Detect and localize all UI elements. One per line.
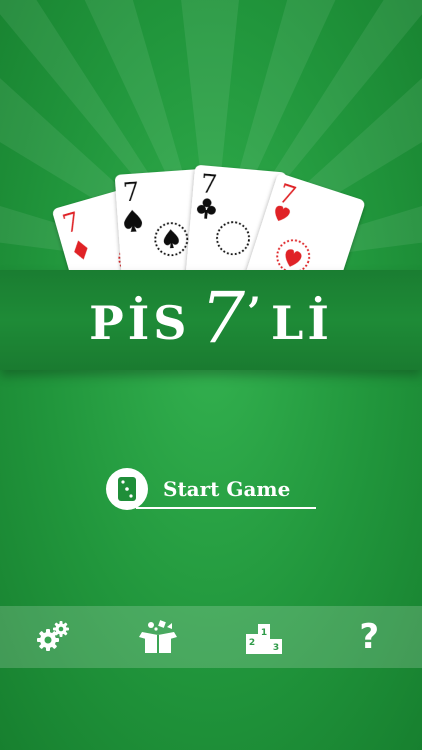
podium-third-label: 3 <box>273 643 279 653</box>
card-icon <box>118 477 136 501</box>
help-icon: ? <box>359 617 380 657</box>
start-game-underline <box>136 507 316 509</box>
card-rank: 7 <box>122 177 141 208</box>
title-banner: PİS 7 ’ Lİ <box>0 270 422 370</box>
settings-button[interactable] <box>23 606 83 668</box>
gift-box-icon <box>139 620 178 653</box>
logo-text-part1: PİS <box>89 296 191 350</box>
leaderboard-button[interactable]: 1 2 3 <box>234 606 294 668</box>
logo-apostrophe: ’ <box>247 288 265 336</box>
podium-icon: 1 2 3 <box>245 624 282 654</box>
start-game-icon-circle <box>106 468 148 510</box>
gears-icon <box>36 621 69 651</box>
help-button[interactable]: ? <box>339 606 399 668</box>
card-rank: 7 <box>199 169 218 200</box>
bottom-toolbar: 1 2 3 ? <box>0 606 422 668</box>
store-button[interactable] <box>128 606 188 668</box>
start-game-button[interactable]: Start Game <box>106 467 316 511</box>
podium-first-label: 1 <box>261 628 267 638</box>
card-fan: 7 7 7 7 <box>53 165 365 290</box>
logo-text-part2: Lİ <box>270 296 333 350</box>
start-game-label: Start Game <box>163 477 291 501</box>
podium-second-label: 2 <box>249 638 255 648</box>
game-logo: PİS 7 ’ Lİ <box>89 283 333 353</box>
logo-seven: 7 <box>200 277 250 359</box>
